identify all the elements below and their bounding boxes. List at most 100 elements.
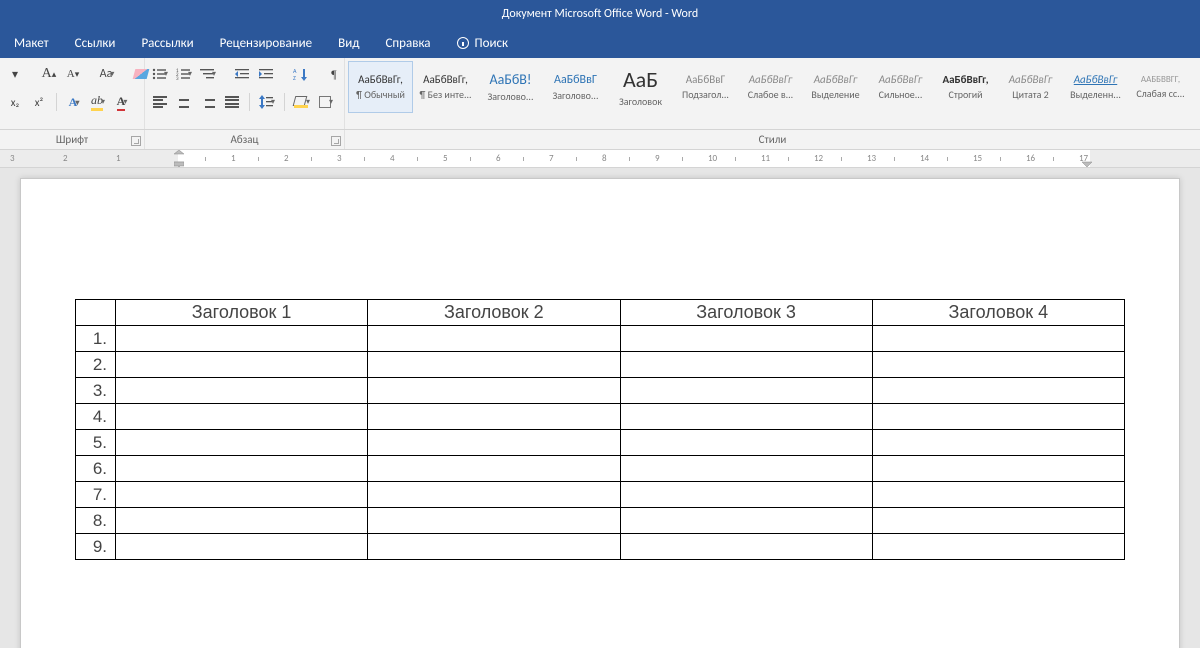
style-card-12[interactable]: ААББВВГГ,Слабая сс...	[1128, 61, 1193, 113]
table-cell[interactable]	[116, 378, 368, 404]
horizontal-ruler[interactable]: 3211234567891011121314151617	[0, 150, 1200, 168]
table-cell[interactable]	[368, 404, 620, 430]
tellme-search[interactable]: Поиск	[453, 30, 513, 57]
superscript-button[interactable]: x²	[30, 93, 48, 111]
table-row-index[interactable]: 4.	[76, 404, 116, 430]
table-cell[interactable]	[368, 352, 620, 378]
table-cell[interactable]	[368, 430, 620, 456]
styles-gallery[interactable]: АаБбВвГг,¶ ОбычныйАаБбВвГг,¶ Без инте...…	[345, 58, 1200, 129]
table-cell[interactable]	[620, 456, 872, 482]
shading-button[interactable]: ▾	[293, 93, 311, 111]
table-cell[interactable]	[872, 534, 1124, 560]
table-cell[interactable]	[116, 430, 368, 456]
page[interactable]: Заголовок 1Заголовок 2Заголовок 3Заголов…	[20, 178, 1180, 648]
tab-view[interactable]: Вид	[334, 30, 363, 57]
table-cell[interactable]	[368, 326, 620, 352]
align-center-button[interactable]	[175, 93, 193, 111]
table-cell[interactable]	[116, 404, 368, 430]
bullets-button[interactable]: ▾	[151, 65, 169, 83]
style-card-10[interactable]: АаБбВвГгЦитата 2	[998, 61, 1063, 113]
style-card-8[interactable]: АаБбВвГгСильное...	[868, 61, 933, 113]
tab-review[interactable]: Рецензирование	[216, 30, 316, 57]
table-header-cell[interactable]: Заголовок 1	[116, 300, 368, 326]
table-row-index[interactable]: 5.	[76, 430, 116, 456]
multilevel-list-button[interactable]: ▾	[199, 65, 217, 83]
subscript-button[interactable]: x₂	[6, 93, 24, 111]
shrink-font-button[interactable]: A▾	[64, 65, 82, 83]
table-cell[interactable]	[116, 352, 368, 378]
table-cell[interactable]	[620, 482, 872, 508]
grow-font-button[interactable]: A▴	[40, 65, 58, 83]
highlight-button[interactable]: ab▾	[89, 93, 107, 111]
table-cell[interactable]	[116, 482, 368, 508]
table-cell[interactable]	[368, 508, 620, 534]
font-color-button[interactable]: A▾	[113, 93, 131, 111]
table-row-index[interactable]: 6.	[76, 456, 116, 482]
tab-references[interactable]: Ссылки	[71, 30, 120, 57]
indent-marker-left[interactable]	[174, 150, 184, 168]
tab-mailings[interactable]: Рассылки	[137, 30, 197, 57]
paragraph-dialog-launcher[interactable]	[331, 136, 341, 146]
table-cell[interactable]	[872, 404, 1124, 430]
table-header-cell[interactable]: Заголовок 2	[368, 300, 620, 326]
table-row-index[interactable]: 8.	[76, 508, 116, 534]
table-cell[interactable]	[368, 534, 620, 560]
tab-help[interactable]: Справка	[381, 30, 434, 57]
table-cell[interactable]	[620, 430, 872, 456]
table-cell[interactable]	[872, 326, 1124, 352]
table-corner-cell[interactable]	[76, 300, 116, 326]
table-cell[interactable]	[872, 482, 1124, 508]
font-size-down-icon[interactable]: ▾	[6, 65, 24, 83]
line-spacing-button[interactable]: ▾	[258, 93, 276, 111]
table-row-index[interactable]: 1.	[76, 326, 116, 352]
table-row-index[interactable]: 9.	[76, 534, 116, 560]
align-justify-button[interactable]	[223, 93, 241, 111]
table-cell[interactable]	[116, 326, 368, 352]
style-card-5[interactable]: АаБбВвГПодзагол...	[673, 61, 738, 113]
show-paragraph-marks-button[interactable]: ¶	[325, 65, 343, 83]
sort-button[interactable]: AZ	[291, 65, 309, 83]
style-card-1[interactable]: АаБбВвГг,¶ Без инте...	[413, 61, 478, 113]
document-table[interactable]: Заголовок 1Заголовок 2Заголовок 3Заголов…	[75, 299, 1125, 560]
table-cell[interactable]	[620, 534, 872, 560]
align-right-button[interactable]	[199, 93, 217, 111]
change-case-button[interactable]: Aa▾	[98, 65, 116, 83]
table-cell[interactable]	[872, 430, 1124, 456]
numbering-button[interactable]: 123▾	[175, 65, 193, 83]
document-area[interactable]: Заголовок 1Заголовок 2Заголовок 3Заголов…	[0, 168, 1200, 648]
table-row-index[interactable]: 7.	[76, 482, 116, 508]
text-effects-button[interactable]: A▾	[65, 93, 83, 111]
table-header-cell[interactable]: Заголовок 3	[620, 300, 872, 326]
style-card-2[interactable]: АаБбВ!Заголово...	[478, 61, 543, 113]
table-cell[interactable]	[620, 352, 872, 378]
tab-layout[interactable]: Макет	[10, 30, 53, 57]
style-card-0[interactable]: АаБбВвГг,¶ Обычный	[348, 61, 413, 113]
table-cell[interactable]	[116, 456, 368, 482]
decrease-indent-button[interactable]	[233, 65, 251, 83]
font-dialog-launcher[interactable]	[131, 136, 141, 146]
table-cell[interactable]	[116, 508, 368, 534]
table-cell[interactable]	[620, 404, 872, 430]
style-card-6[interactable]: АаБбВвГгСлабое в...	[738, 61, 803, 113]
table-cell[interactable]	[620, 326, 872, 352]
table-row-index[interactable]: 3.	[76, 378, 116, 404]
table-cell[interactable]	[872, 456, 1124, 482]
style-card-4[interactable]: АаБЗаголовок	[608, 61, 673, 113]
table-cell[interactable]	[368, 456, 620, 482]
style-card-11[interactable]: АаБбВвГгВыделенн...	[1063, 61, 1128, 113]
style-card-7[interactable]: АаБбВвГгВыделение	[803, 61, 868, 113]
table-cell[interactable]	[116, 534, 368, 560]
table-row-index[interactable]: 2.	[76, 352, 116, 378]
table-cell[interactable]	[872, 378, 1124, 404]
table-header-cell[interactable]: Заголовок 4	[872, 300, 1124, 326]
style-card-3[interactable]: АаБбВвГЗаголово...	[543, 61, 608, 113]
increase-indent-button[interactable]	[257, 65, 275, 83]
table-cell[interactable]	[872, 508, 1124, 534]
style-card-9[interactable]: АаБбВвГг,Строгий	[933, 61, 998, 113]
table-cell[interactable]	[872, 352, 1124, 378]
align-left-button[interactable]	[151, 93, 169, 111]
table-cell[interactable]	[368, 482, 620, 508]
table-cell[interactable]	[620, 508, 872, 534]
table-cell[interactable]	[368, 378, 620, 404]
borders-button[interactable]: ▾	[317, 93, 335, 111]
